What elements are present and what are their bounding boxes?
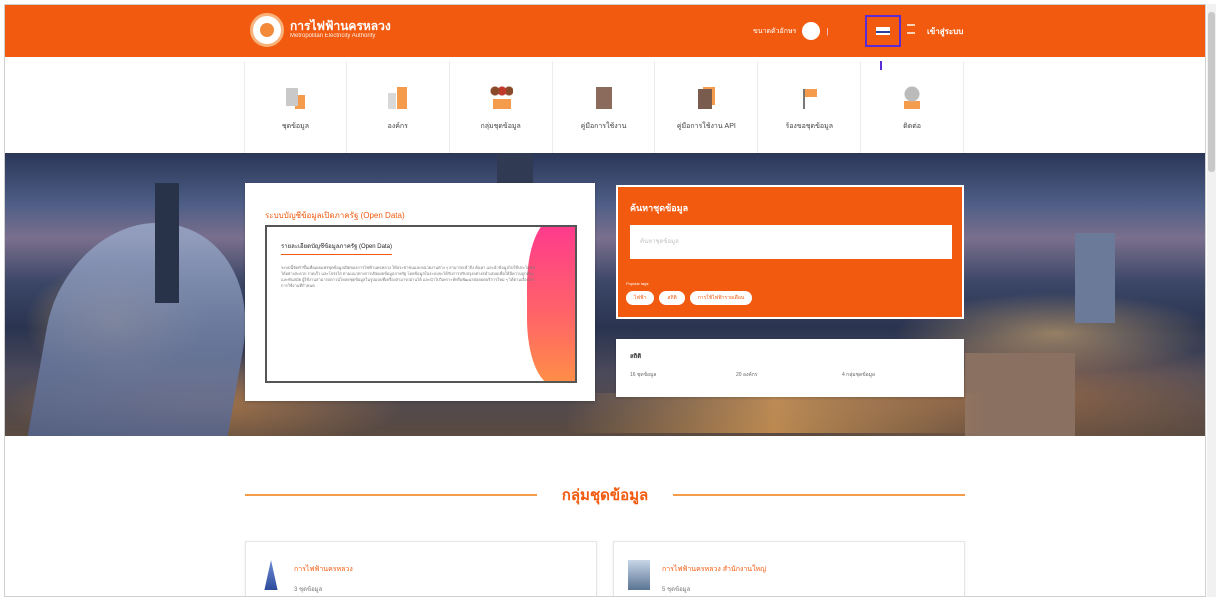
logo-title: การไฟฟ้านครหลวง (290, 19, 391, 34)
tower-icon (264, 560, 278, 590)
open-data-info-card: ระบบบัญชีข้อมูลเปิดภาครัฐ (Open Data) รา… (245, 183, 595, 401)
hero-banner: ระบบบัญชีข้อมูลเปิดภาครัฐ (Open Data) รา… (5, 153, 1205, 436)
nav-label: คู่มือการใช้งาน API (676, 122, 736, 130)
hero-river-image (24, 223, 266, 436)
stat-datasets[interactable]: 16 ชุดข้อมูล (630, 371, 656, 379)
divider (673, 494, 965, 496)
header-tools: ขนาดตัวอักษร | (753, 22, 828, 40)
toggle-icon[interactable] (802, 22, 821, 40)
group-count: 5 ชุดข้อมูล (662, 587, 691, 593)
building-icon (628, 560, 650, 590)
tag-chip[interactable]: ไฟฟ้า (626, 291, 655, 305)
nav-item-request-data[interactable]: ร้องขอชุดข้อมูล (758, 61, 862, 155)
separator: | (826, 26, 829, 36)
info-card-content: รายละเอียดบัญชีข้อมูลภาครัฐ (Open Data) … (265, 225, 577, 383)
info-heading: รายละเอียดบัญชีข้อมูลภาครัฐ (Open Data) (281, 241, 392, 255)
section-header: กลุ่มชุดข้อมูล (245, 483, 965, 504)
contact-icon (900, 84, 925, 111)
hamburger-icon[interactable] (907, 24, 915, 34)
nav-label: ติดต่อ (903, 122, 921, 130)
nav-item-datasets[interactable]: ชุดข้อมูล (244, 61, 347, 155)
login-link[interactable]: เข้าสู่ระบบ (927, 25, 963, 38)
popular-tags-label: Popular tags (626, 281, 649, 286)
nav-label: ร้องขอชุดข้อมูล (785, 122, 833, 130)
nav-label: กลุ่มชุดข้อมูล (480, 122, 521, 130)
hero-light (565, 393, 985, 433)
info-card-title: ระบบบัญชีข้อมูลเปิดภาครัฐ (Open Data) (265, 211, 405, 220)
font-size-label: ขนาดตัวอักษร (753, 27, 797, 35)
api-icon (694, 84, 719, 111)
tag-chip[interactable]: การใช้ไฟฟ้ารายเดือน (689, 291, 753, 305)
nav-item-organizations[interactable]: องค์กร (347, 61, 450, 155)
nav-label: ชุดข้อมูล (281, 122, 310, 130)
group-count: 3 ชุดข้อมูล (294, 587, 323, 593)
popular-tags: ไฟฟ้า สถิติ การใช้ไฟฟ้ารายเดือน (626, 291, 753, 305)
nav-item-groups[interactable]: กลุ่มชุดข้อมูล (450, 61, 553, 155)
main-nav: ชุดข้อมูล องค์กร กลุ่มชุดข้อมูล คู่มือกา… (244, 61, 965, 155)
search-panel: ค้นหาชุดข้อมูล Popular tags ไฟฟ้า สถิติ … (616, 185, 964, 319)
search-title: ค้นหาชุดข้อมูล (630, 203, 689, 213)
nav-item-contact[interactable]: ติดต่อ (861, 61, 965, 155)
group-card[interactable]: การไฟฟ้านครหลวง 3 ชุดข้อมูล (245, 541, 597, 596)
info-body-text: ระบบนี้จัดทำขึ้นเพื่อเผยแพร่ชุดข้อมูลเปิ… (281, 265, 535, 288)
language-switch-button[interactable] (865, 15, 901, 47)
hero-building (155, 183, 179, 303)
thai-flag-icon (876, 27, 890, 35)
browser-viewport: การไฟฟ้านครหลวง Metropolitan Electricity… (4, 4, 1206, 597)
nav-item-manual[interactable]: คู่มือการใช้งาน (553, 61, 656, 155)
search-input[interactable] (630, 225, 952, 259)
statistics-panel: สถิติ 16 ชุดข้อมูล 20 องค์กร 4 กลุ่มชุดข… (616, 339, 964, 397)
stats-title: สถิติ (630, 354, 642, 360)
stat-groups[interactable]: 4 กลุ่มชุดข้อมูล (842, 371, 875, 379)
manual-icon (591, 84, 616, 111)
seal-logo-icon (250, 13, 284, 47)
top-header-bar: การไฟฟ้านครหลวง Metropolitan Electricity… (5, 5, 1205, 57)
logo-subtitle: Metropolitan Electricity Authority (290, 33, 376, 40)
hero-building (1075, 233, 1115, 323)
request-flag-icon (797, 84, 822, 111)
organization-icon (385, 84, 410, 111)
nav-item-api-manual[interactable]: คู่มือการใช้งาน API (655, 61, 759, 155)
tag-chip[interactable]: สถิติ (659, 291, 685, 305)
group-icon (488, 84, 513, 111)
nav-label: คู่มือการใช้งาน (580, 122, 627, 130)
group-card[interactable]: การไฟฟ้านครหลวง สำนักงานใหญ่ 5 ชุดข้อมูล (613, 541, 965, 596)
group-name[interactable]: การไฟฟ้านครหลวง สำนักงานใหญ่ (662, 564, 766, 575)
nav-label: องค์กร (387, 122, 408, 130)
stat-organizations[interactable]: 20 องค์กร (736, 371, 757, 379)
divider (245, 494, 537, 496)
scrollbar-thumb[interactable] (1208, 12, 1215, 172)
group-name[interactable]: การไฟฟ้านครหลวง (294, 564, 353, 575)
site-logo[interactable]: การไฟฟ้านครหลวง Metropolitan Electricity… (250, 13, 391, 47)
section-title: กลุ่มชุดข้อมูล (561, 487, 649, 504)
documents-icon (283, 84, 308, 111)
